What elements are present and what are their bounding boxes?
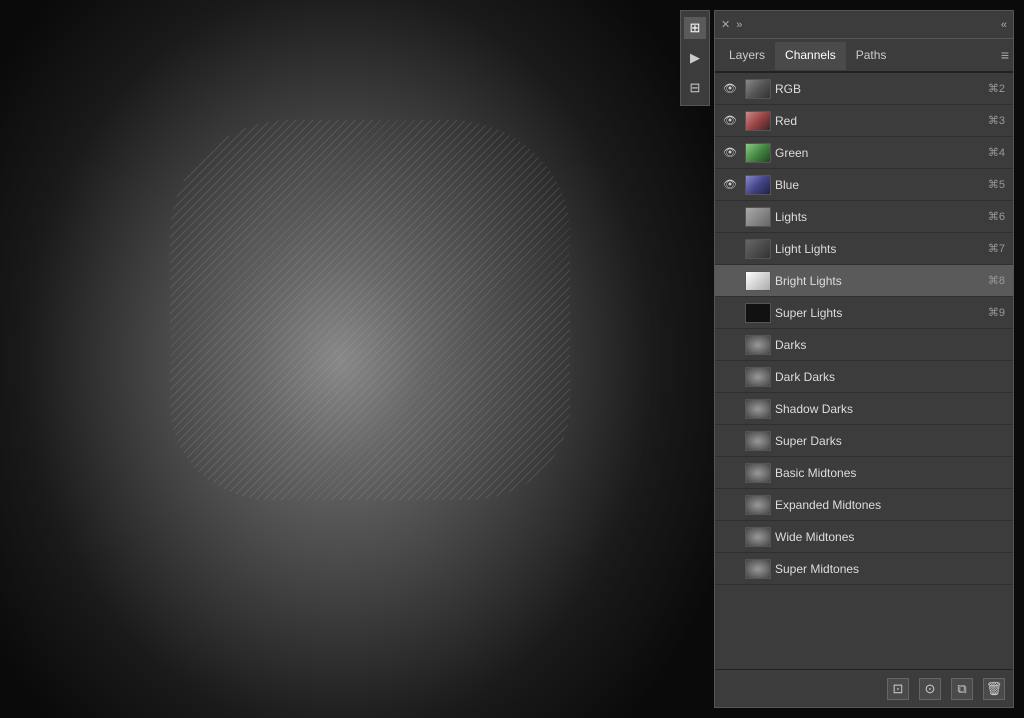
channel-label-expanded-midtones: Expanded Midtones (775, 498, 1005, 512)
channel-thumb-dark-darks (745, 367, 771, 387)
bottom-toolbar: ⊡ ⊙ ⧉ 🗑 (715, 669, 1013, 707)
channels-list[interactable]: 👁 RGB ⌘2 👁 Red ⌘3 👁 Green ⌘4 👁 Blue ⌘5 (715, 73, 1013, 669)
save-selection-button[interactable]: ⊙ (919, 678, 941, 700)
channel-row-expanded-midtones[interactable]: Expanded Midtones (715, 489, 1013, 521)
channel-row-shadow-darks[interactable]: Shadow Darks (715, 393, 1013, 425)
panel-topbar: ✕ » « (715, 11, 1013, 39)
channel-row-super-lights[interactable]: Super Lights ⌘9 (715, 297, 1013, 329)
channel-thumb-red (745, 111, 771, 131)
delete-channel-button[interactable]: 🗑 (983, 678, 1005, 700)
channel-thumb-super-lights (745, 303, 771, 323)
channel-label-bright-lights: Bright Lights (775, 274, 988, 288)
channel-row-lights[interactable]: Lights ⌘6 (715, 201, 1013, 233)
channel-shortcut-lights: ⌘6 (988, 210, 1005, 223)
channel-label-super-midtones: Super Midtones (775, 562, 1005, 576)
panel: ✕ » « Layers Channels Paths ≡ 👁 RGB ⌘2 👁 (714, 10, 1014, 708)
eye-icon-rgb[interactable]: 👁 (719, 78, 741, 100)
channel-row-light-lights[interactable]: Light Lights ⌘7 (715, 233, 1013, 265)
channel-thumb-light-lights (745, 239, 771, 259)
channel-label-dark-darks: Dark Darks (775, 370, 1005, 384)
channel-label-super-lights: Super Lights (775, 306, 988, 320)
channel-label-lights: Lights (775, 210, 988, 224)
panel-menu-icon[interactable]: ≡ (1001, 47, 1009, 63)
channel-label-rgb: RGB (775, 82, 988, 96)
selection-overlay (170, 120, 570, 500)
channel-label-blue: Blue (775, 178, 988, 192)
channel-row-super-darks[interactable]: Super Darks (715, 425, 1013, 457)
channel-shortcut-super-lights: ⌘9 (988, 306, 1005, 319)
channel-shortcut-bright-lights: ⌘8 (988, 274, 1005, 287)
channel-shortcut-green: ⌘4 (988, 146, 1005, 159)
channel-label-shadow-darks: Shadow Darks (775, 402, 1005, 416)
channel-row-dark-darks[interactable]: Dark Darks (715, 361, 1013, 393)
channel-row-super-midtones[interactable]: Super Midtones (715, 553, 1013, 585)
channel-label-green: Green (775, 146, 988, 160)
channel-shortcut-light-lights: ⌘7 (988, 242, 1005, 255)
channel-label-darks: Darks (775, 338, 1005, 352)
channel-label-super-darks: Super Darks (775, 434, 1005, 448)
channels-tool[interactable]: ⊞ (684, 17, 706, 39)
side-toolbar: ⊞ ▶ ⊟ (680, 10, 710, 106)
channel-thumb-blue (745, 175, 771, 195)
channel-label-wide-midtones: Wide Midtones (775, 530, 1005, 544)
close-icon[interactable]: ✕ (721, 18, 730, 31)
eye-icon-blue[interactable]: 👁 (719, 174, 741, 196)
channel-thumb-green (745, 143, 771, 163)
channel-thumb-bright-lights (745, 271, 771, 291)
channel-thumb-darks (745, 335, 771, 355)
channel-row-basic-midtones[interactable]: Basic Midtones (715, 457, 1013, 489)
channel-row-darks[interactable]: Darks (715, 329, 1013, 361)
channel-thumb-super-midtones (745, 559, 771, 579)
channel-shortcut-rgb: ⌘2 (988, 82, 1005, 95)
channel-row-green[interactable]: 👁 Green ⌘4 (715, 137, 1013, 169)
channel-row-red[interactable]: 👁 Red ⌘3 (715, 105, 1013, 137)
selection-button[interactable]: ⊡ (887, 678, 909, 700)
eye-icon-green[interactable]: 👁 (719, 142, 741, 164)
channel-row-bright-lights[interactable]: Bright Lights ⌘8 (715, 265, 1013, 297)
channel-thumb-wide-midtones (745, 527, 771, 547)
duplicate-channel-button[interactable]: ⧉ (951, 678, 973, 700)
channel-thumb-expanded-midtones (745, 495, 771, 515)
collapse-icon[interactable]: » (736, 19, 742, 31)
channel-label-light-lights: Light Lights (775, 242, 988, 256)
channel-shortcut-blue: ⌘5 (988, 178, 1005, 191)
channel-label-basic-midtones: Basic Midtones (775, 466, 1005, 480)
eye-icon-red[interactable]: 👁 (719, 110, 741, 132)
channel-label-red: Red (775, 114, 988, 128)
channel-row-blue[interactable]: 👁 Blue ⌘5 (715, 169, 1013, 201)
channel-thumb-shadow-darks (745, 399, 771, 419)
channel-shortcut-red: ⌘3 (988, 114, 1005, 127)
channel-thumb-lights (745, 207, 771, 227)
expand-icon[interactable]: « (1001, 19, 1007, 31)
channel-row-rgb[interactable]: 👁 RGB ⌘2 (715, 73, 1013, 105)
mask-tool[interactable]: ⊟ (684, 77, 706, 99)
channel-thumb-rgb (745, 79, 771, 99)
tab-paths[interactable]: Paths (846, 42, 897, 68)
tab-row: Layers Channels Paths ≡ (715, 39, 1013, 73)
tab-channels[interactable]: Channels (775, 42, 846, 68)
channel-row-wide-midtones[interactable]: Wide Midtones (715, 521, 1013, 553)
channel-thumb-super-darks (745, 431, 771, 451)
tab-layers[interactable]: Layers (719, 42, 775, 68)
channel-thumb-basic-midtones (745, 463, 771, 483)
play-tool[interactable]: ▶ (684, 47, 706, 69)
